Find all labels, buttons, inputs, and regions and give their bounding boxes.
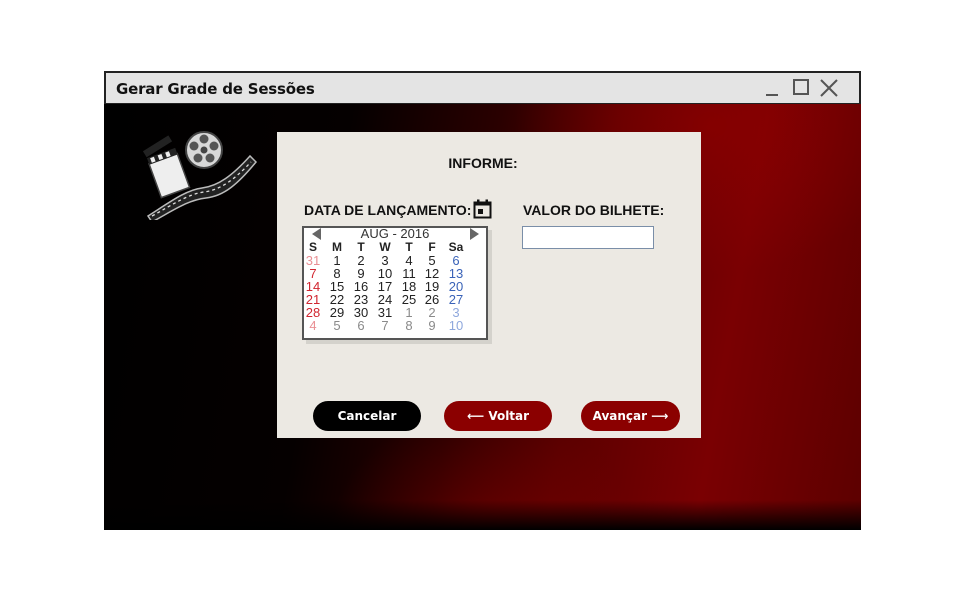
next-button[interactable]: Avançar ⟶ (581, 401, 680, 431)
calendar-day[interactable]: 10 (444, 319, 468, 332)
film-reel-clapperboard-icon (142, 131, 258, 220)
ticket-value-input[interactable] (522, 226, 654, 249)
calendar-weekday: M (332, 240, 342, 254)
release-date-label: DATA DE LANÇAMENTO: (304, 202, 472, 218)
calendar-day[interactable]: 8 (397, 319, 421, 332)
calendar-weekday: T (405, 240, 413, 254)
window-title: Gerar Grade de Sessões (116, 80, 315, 98)
calendar-month-label: AUG - 2016 (360, 226, 430, 241)
calendar-day[interactable]: 9 (420, 319, 444, 332)
form-heading: INFORME: (448, 155, 518, 171)
calendar-weekday: S (308, 240, 317, 254)
close-icon[interactable] (818, 77, 840, 99)
cancel-button[interactable]: Cancelar (313, 401, 421, 431)
calendar-weekday: Sa (448, 240, 464, 254)
calendar-weekday: W (379, 240, 391, 254)
calendar-day[interactable]: 4 (301, 319, 325, 332)
back-button[interactable]: ⟵ Voltar (444, 401, 552, 431)
calendar-prev-month-button[interactable] (312, 228, 321, 240)
app-window: Gerar Grade de Sessões INFORME: DATA DE … (104, 71, 861, 530)
calendar-weekday: F (428, 240, 436, 254)
minimize-icon[interactable] (762, 77, 784, 99)
calendar-day[interactable]: 5 (325, 319, 349, 332)
window-content: INFORME: DATA DE LANÇAMENTO: VALOR DO BI… (104, 104, 861, 530)
date-picker-calendar: AUG - 2016 S M T W T F Sa 31 1 2 3 4 5 6 7 8 9 10 11 12 13 1… (302, 226, 488, 340)
ticket-value-label: VALOR DO BILHETE: (523, 202, 665, 218)
calendar-weekday: T (357, 240, 365, 254)
calendar-day[interactable]: 7 (373, 319, 397, 332)
calendar-next-month-button[interactable] (470, 228, 479, 240)
calendar-icon[interactable] (473, 199, 492, 219)
title-bar: Gerar Grade de Sessões (104, 71, 861, 104)
calendar-day[interactable]: 6 (349, 319, 373, 332)
form-panel: INFORME: DATA DE LANÇAMENTO: VALOR DO BI… (277, 132, 701, 438)
maximize-icon[interactable] (790, 77, 812, 99)
